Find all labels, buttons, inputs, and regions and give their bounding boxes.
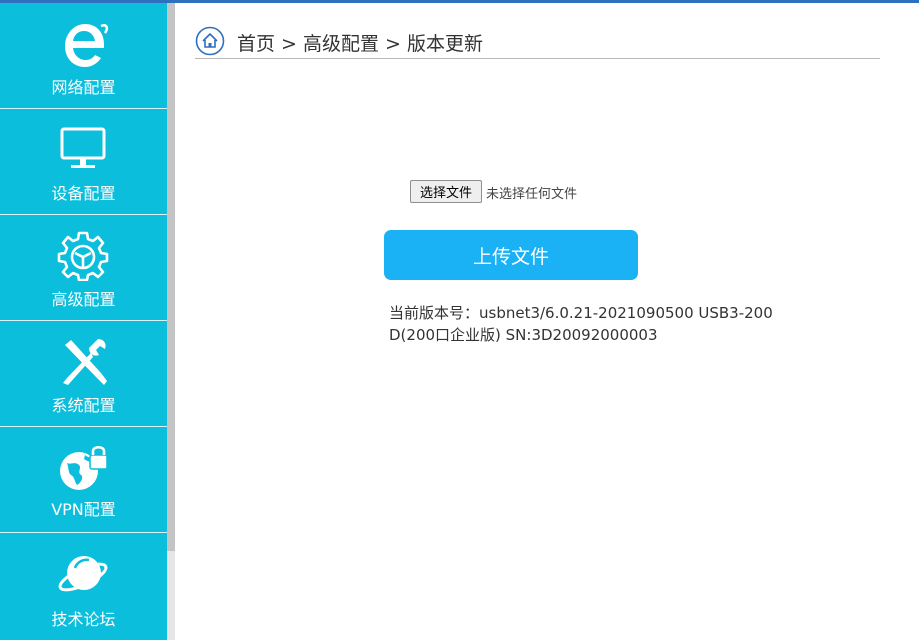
ie-icon <box>57 17 109 69</box>
sidebar: 网络配置 设备配置 高级配置 系统配置 VPN配置 技术论坛 <box>0 3 167 640</box>
breadcrumb: 首页 > 高级配置 > 版本更新 <box>195 24 880 59</box>
sidebar-item-network[interactable]: 网络配置 <box>0 3 167 109</box>
sidebar-item-label: 网络配置 <box>51 78 116 97</box>
monitor-icon <box>57 123 109 175</box>
sidebar-item-label: 技术论坛 <box>51 610 116 629</box>
sidebar-item-label: 高级配置 <box>51 290 116 309</box>
sidebar-item-label: VPN配置 <box>51 500 116 519</box>
home-icon[interactable] <box>195 26 225 56</box>
current-version-info: 当前版本号：usbnet3/6.0.21-2021090500 USB3-200… <box>389 304 773 344</box>
globe-lock-icon <box>57 441 109 493</box>
sidebar-item-forum[interactable]: 技术论坛 <box>0 533 167 640</box>
sidebar-scrollbar-thumb[interactable] <box>167 3 175 551</box>
sidebar-item-vpn[interactable]: VPN配置 <box>0 427 167 533</box>
sidebar-item-device[interactable]: 设备配置 <box>0 109 167 215</box>
file-status-text: 未选择任何文件 <box>486 187 578 202</box>
upload-file-button[interactable]: 上传文件 <box>384 230 638 280</box>
sidebar-item-label: 系统配置 <box>51 396 116 415</box>
breadcrumb-path: 首页 > 高级配置 > 版本更新 <box>237 33 483 55</box>
sidebar-item-system[interactable]: 系统配置 <box>0 321 167 427</box>
gear-icon <box>57 229 109 281</box>
choose-file-button[interactable]: 选择文件 <box>410 180 482 203</box>
planet-icon <box>57 549 109 601</box>
tools-icon <box>57 335 109 387</box>
sidebar-item-label: 设备配置 <box>51 184 116 203</box>
sidebar-item-advanced[interactable]: 高级配置 <box>0 215 167 321</box>
